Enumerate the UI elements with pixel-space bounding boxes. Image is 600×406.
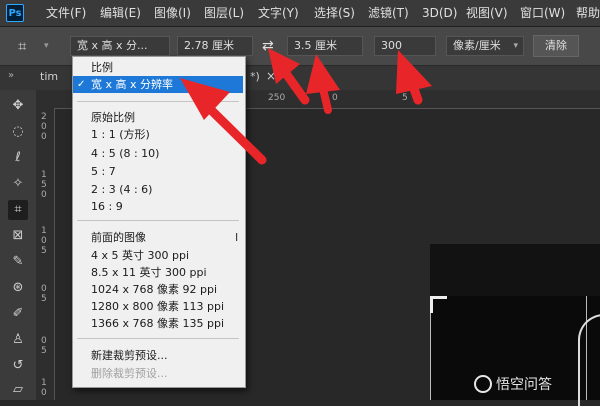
arrow-head: [180, 78, 230, 120]
arrow-head: [396, 50, 432, 94]
arrow-head: [268, 48, 300, 84]
annotation-arrows: [180, 48, 432, 165]
arrow-head: [306, 54, 340, 94]
arrow-to-preset-item: [200, 99, 267, 165]
